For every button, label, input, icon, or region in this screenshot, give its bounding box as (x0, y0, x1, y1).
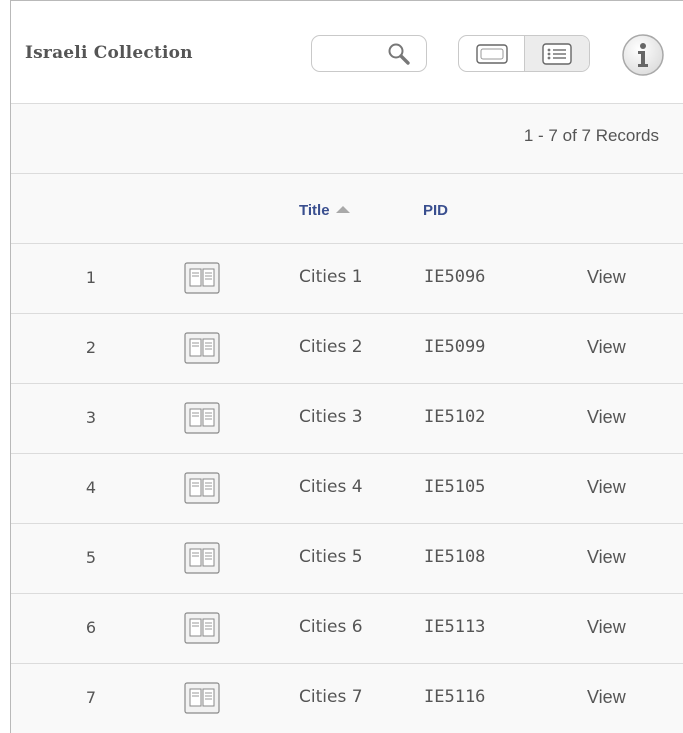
collection-panel: Israeli Collection 1 - 7 of 7 Records Ti… (10, 0, 683, 733)
document-thumbnail-icon[interactable] (184, 682, 220, 714)
list-view-button[interactable] (524, 36, 589, 71)
view-link[interactable]: View (587, 337, 626, 358)
record-count: 1 - 7 of 7 Records (523, 126, 659, 145)
view-link[interactable]: View (587, 407, 626, 428)
collection-title: Israeli Collection (25, 43, 193, 63)
document-thumbnail-icon[interactable] (184, 542, 220, 574)
single-view-button[interactable] (459, 36, 524, 71)
table-row: 7 Cities 7 IE5116 View (11, 664, 683, 733)
view-link[interactable]: View (587, 477, 626, 498)
table-row: 2 Cities 2 IE5099 View (11, 314, 683, 384)
row-number: 3 (85, 408, 97, 427)
row-title: Cities 1 (299, 267, 363, 287)
row-title: Cities 2 (299, 337, 363, 357)
row-pid: IE5096 (424, 267, 486, 287)
info-icon[interactable] (621, 33, 665, 77)
search-icon[interactable] (386, 42, 412, 66)
row-pid: IE5105 (424, 477, 486, 497)
table-row: 1 Cities 1 IE5096 View (11, 244, 683, 314)
row-title: Cities 7 (299, 687, 363, 707)
row-pid: IE5108 (424, 547, 486, 567)
row-number: 5 (85, 548, 97, 567)
table-row: 6 Cities 6 IE5113 View (11, 594, 683, 664)
table-row: 4 Cities 4 IE5105 View (11, 454, 683, 524)
row-number: 6 (85, 618, 97, 637)
single-view-icon (475, 43, 508, 64)
row-pid: IE5099 (424, 337, 486, 357)
records-bar: 1 - 7 of 7 Records (11, 104, 683, 174)
panel-header: Israeli Collection (11, 1, 683, 104)
row-title: Cities 4 (299, 477, 363, 497)
row-title: Cities 3 (299, 407, 363, 427)
row-number: 1 (85, 268, 97, 287)
row-title: Cities 6 (299, 617, 363, 637)
row-pid: IE5113 (424, 617, 486, 637)
table-header: Title PID (11, 174, 683, 244)
sort-ascending-icon (335, 206, 350, 213)
row-number: 2 (85, 338, 97, 357)
table-row: 3 Cities 3 IE5102 View (11, 384, 683, 454)
row-pid: IE5102 (424, 407, 486, 427)
view-link[interactable]: View (587, 267, 626, 288)
view-link[interactable]: View (587, 547, 626, 568)
document-thumbnail-icon[interactable] (184, 612, 220, 644)
row-title: Cities 5 (299, 547, 363, 567)
row-number: 4 (85, 478, 97, 497)
title-column-header[interactable]: Title (299, 202, 350, 219)
document-thumbnail-icon[interactable] (184, 472, 220, 504)
document-thumbnail-icon[interactable] (184, 332, 220, 364)
list-view-icon (542, 42, 572, 65)
row-pid: IE5116 (424, 687, 486, 707)
document-thumbnail-icon[interactable] (184, 402, 220, 434)
record-list: 1 Cities 1 IE5096 View 2 Cities 2 IE5099… (11, 244, 683, 733)
view-link[interactable]: View (587, 687, 626, 708)
view-link[interactable]: View (587, 617, 626, 638)
pid-column-header[interactable]: PID (423, 202, 448, 219)
table-row: 5 Cities 5 IE5108 View (11, 524, 683, 594)
search-input[interactable] (311, 35, 427, 72)
row-number: 7 (85, 688, 97, 707)
document-thumbnail-icon[interactable] (184, 262, 220, 294)
view-mode-toggle (458, 35, 590, 72)
title-column-label: Title (299, 202, 330, 219)
